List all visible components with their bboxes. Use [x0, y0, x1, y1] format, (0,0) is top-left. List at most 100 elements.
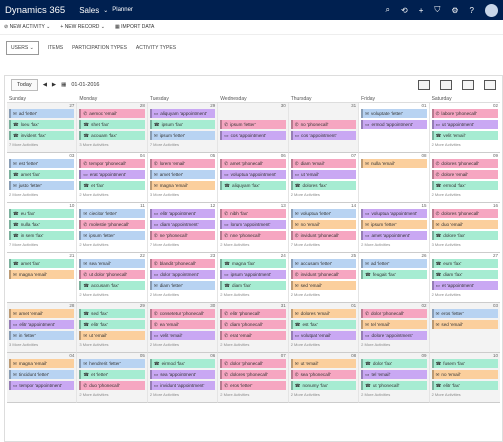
- activity-item[interactable]: ✆ nne 'phonecall': [220, 231, 286, 240]
- activity-item[interactable]: ✉ magna 'email': [9, 270, 75, 279]
- new-activity-button[interactable]: ⊘ NEW ACTIVITY ⌄: [4, 24, 50, 30]
- activity-item[interactable]: ☎ invident 'fax': [9, 131, 75, 140]
- day-cell[interactable]: 23 ✆ blandit 'phonecall' ▭ dolor 'appointmen…: [147, 253, 219, 303]
- day-cell[interactable]: 24 ☎ magna 'fax' ▭ ipsum 'appointment' ☎ diam …: [218, 253, 289, 303]
- activity-item[interactable]: ▭ tempor 'appointment': [9, 381, 75, 390]
- more-activities-link[interactable]: 2 More Activities: [432, 192, 498, 197]
- more-activities-link[interactable]: 3 More Activities: [432, 242, 498, 247]
- activity-item[interactable]: ▭ ut 'email': [290, 170, 357, 179]
- activity-item[interactable]: ▭ voluptua 'appointment': [361, 209, 427, 218]
- more-activities-link[interactable]: 2 More Activities: [220, 392, 285, 397]
- day-cell[interactable]: 02 ✆ labore 'phonecall' ▭ ut 'appointment' ☎ v…: [429, 103, 500, 153]
- activity-item[interactable]: ☎ loeu 'fax': [9, 120, 75, 129]
- day-cell[interactable]: 02 ✆ dolor 'phonecall' ✉ tel 'email' ▭ dolore …: [359, 303, 430, 353]
- activity-item[interactable]: ▭ ipsum 'appointment': [220, 270, 286, 279]
- more-activities-link[interactable]: 2 More Activities: [150, 342, 215, 347]
- day-cell[interactable]: 09 ☎ dolor 'fax' ▭ tel 'email' ☎ ut 'phonecall…: [359, 353, 430, 403]
- activity-item[interactable]: ✆ dolore 'email': [431, 170, 498, 179]
- more-activities-link[interactable]: 2 More Activities: [150, 292, 215, 297]
- activity-item[interactable]: ✆ tempor 'phonecall': [79, 159, 145, 168]
- activity-item[interactable]: ☎ est 'fax': [290, 320, 357, 329]
- more-activities-link[interactable]: 3 More Activities: [79, 142, 144, 147]
- day-cell[interactable]: 13 ✆ nibh 'fax' ▭ lorum 'appointment' ✆ nne 'p…: [218, 203, 289, 253]
- activity-item[interactable]: ▭ dolore 'appointment': [361, 331, 427, 340]
- more-activities-link[interactable]: 2 More Activities: [361, 242, 426, 247]
- day-cell[interactable]: 25 ✉ accusam 'letter' ✆ invidunt 'phonecall'…: [288, 253, 360, 303]
- activity-item[interactable]: ✉ justo 'letter': [9, 181, 75, 190]
- more-activities-link[interactable]: [9, 292, 74, 297]
- activity-item[interactable]: ▭ amet 'appointment': [361, 231, 427, 240]
- more-activities-link[interactable]: [220, 192, 285, 197]
- activity-item[interactable]: ▭ cos 'appointment': [220, 131, 286, 140]
- new-record-button[interactable]: + NEW RECORD ⌄: [60, 24, 105, 30]
- day-cell[interactable]: 04 ✉ magna 'email' ✉ tincidunt 'letter' ▭ temp…: [7, 353, 78, 403]
- app-title[interactable]: Dynamics 365: [5, 5, 65, 16]
- activity-item[interactable]: ✉ magna 'email': [9, 359, 75, 368]
- day-cell[interactable]: 06 ☎ eirmod 'fax' ▭ sea 'appointment' ▭ invidu…: [147, 353, 219, 403]
- day-cell[interactable]: 16 ✆ dolores 'phonecall' ✉ duo 'email' ☎ dolor…: [429, 203, 500, 253]
- calendar-icon[interactable]: ▦: [61, 82, 66, 88]
- search-icon[interactable]: ⌕: [386, 5, 390, 15]
- more-activities-link[interactable]: 2 More Activities: [220, 342, 285, 347]
- activity-item[interactable]: ✉ ipsum 'letter': [361, 220, 427, 229]
- activity-item[interactable]: ▭ diam 'appointment': [149, 220, 216, 229]
- activity-item[interactable]: ✆ diam 'email': [290, 159, 357, 168]
- activity-item[interactable]: ✉ duo 'email': [431, 220, 498, 229]
- activity-item[interactable]: ✆ labore 'phonecall': [431, 109, 498, 118]
- activity-item[interactable]: ▭ aliquyam 'appointment': [149, 109, 216, 118]
- activity-item[interactable]: ☎ acouam 'fax': [79, 131, 145, 140]
- activity-item[interactable]: ✉ sed 'email': [431, 320, 498, 329]
- day-cell[interactable]: 27 ✉ ad 'letter' ☎ loeu 'fax' ☎ invident 'fax'…: [7, 103, 78, 153]
- activity-item[interactable]: ✆ consetetur 'phonecall': [149, 309, 216, 318]
- activity-item[interactable]: ☎ et 'fax': [79, 181, 145, 190]
- activity-item[interactable]: ▭ ut 'appointment': [431, 120, 498, 129]
- activity-item[interactable]: ☎ amet 'fax': [9, 259, 75, 268]
- more-activities-link[interactable]: 2 More Activities: [150, 392, 215, 397]
- list-view-icon[interactable]: [484, 80, 496, 90]
- activity-item[interactable]: ☎ accusam 'fax': [79, 281, 145, 290]
- activity-item[interactable]: ✆ diam 'phonecall': [220, 320, 286, 329]
- day-cell[interactable]: 05 ✆ lorem 'email' ✉ amet 'letter' ✉ magna 'em…: [147, 153, 219, 203]
- activity-item[interactable]: ▭ dolor 'appointment': [149, 270, 216, 279]
- activity-item[interactable]: ✆ dolores 'phonecall': [431, 159, 498, 168]
- more-activities-link[interactable]: [291, 142, 356, 147]
- gear-icon[interactable]: ⚙: [451, 6, 458, 15]
- day-cell[interactable]: 11 ✉ ciecitor 'letter' ✆ molestie 'phonecall…: [77, 203, 148, 253]
- activity-item[interactable]: ▭ lorum 'appointment': [220, 220, 286, 229]
- activity-item[interactable]: ✆ invidunt 'phonecall': [290, 270, 357, 279]
- activity-item[interactable]: ✆ molestie 'phonecall': [79, 220, 145, 229]
- activity-item[interactable]: ✆ nibh 'fax': [220, 209, 286, 218]
- activity-item[interactable]: ✆ erat 'email': [220, 331, 286, 340]
- activity-item[interactable]: ✆ eros 'letter': [220, 381, 286, 390]
- history-icon[interactable]: ⟲: [401, 6, 408, 15]
- activity-item[interactable]: ☎ diam 'fax': [220, 281, 286, 290]
- more-activities-link[interactable]: 2 More Activities: [79, 292, 144, 297]
- activity-item[interactable]: ▭ erat 'appointment': [79, 170, 145, 179]
- day-cell[interactable]: 12 ▭ elitr 'appointment' ▭ diam 'appointment…: [147, 203, 219, 253]
- activity-item[interactable]: ✆ ea 'email': [149, 320, 216, 329]
- activity-item[interactable]: ☎ magna 'fax': [220, 259, 286, 268]
- day-cell[interactable]: 10 ☎ eu 'fax' ☎ nulla 'fax' ☎ in sem 'fax' 7 Mo…: [7, 203, 78, 253]
- activity-item[interactable]: ✆ lorem 'email': [149, 159, 216, 168]
- day-cell[interactable]: 29 ☎ sed 'fax' ☎ elitr 'fax' ✉ ut 'email' 3 Mor…: [77, 303, 148, 353]
- day-cell[interactable]: 06 ✆ amet 'phonecall' ▭ voluptua 'appointmen…: [218, 153, 289, 203]
- day-cell[interactable]: 01 ✉ voluptate 'letter' ▭ ermod 'appointment…: [359, 103, 430, 153]
- activity-item[interactable]: ✉ tel 'email': [361, 320, 427, 329]
- more-activities-link[interactable]: [361, 142, 426, 147]
- month-view-icon[interactable]: [462, 80, 474, 90]
- activity-item[interactable]: ☎ aliquyam 'fax': [220, 181, 286, 190]
- activity-item[interactable]: ☎ ut 'phonecall': [361, 381, 427, 390]
- activity-item[interactable]: ☎ shet 'fax': [79, 120, 145, 129]
- activity-item[interactable]: ☎ dolor 'fax': [361, 359, 427, 368]
- more-activities-link[interactable]: 2 More Activities: [291, 342, 356, 347]
- activity-item[interactable]: ✆ invidunt 'phonecall': [290, 231, 357, 240]
- more-activities-link[interactable]: [9, 392, 74, 397]
- activity-item[interactable]: ✆ dolor 'phonecall': [220, 359, 286, 368]
- activity-item[interactable]: ✉ tincidunt 'letter': [9, 370, 75, 379]
- activity-item[interactable]: ✆ no 'phonecall': [290, 120, 357, 129]
- activity-item[interactable]: ✉ in 'letter': [9, 331, 75, 340]
- activity-item[interactable]: ✆ ipsum 'letter': [220, 120, 286, 129]
- activity-item[interactable]: ☎ eu 'fax': [9, 209, 75, 218]
- more-activities-link[interactable]: 3 More Activities: [150, 192, 215, 197]
- activity-item[interactable]: ☎ dolores 'fax': [290, 181, 357, 190]
